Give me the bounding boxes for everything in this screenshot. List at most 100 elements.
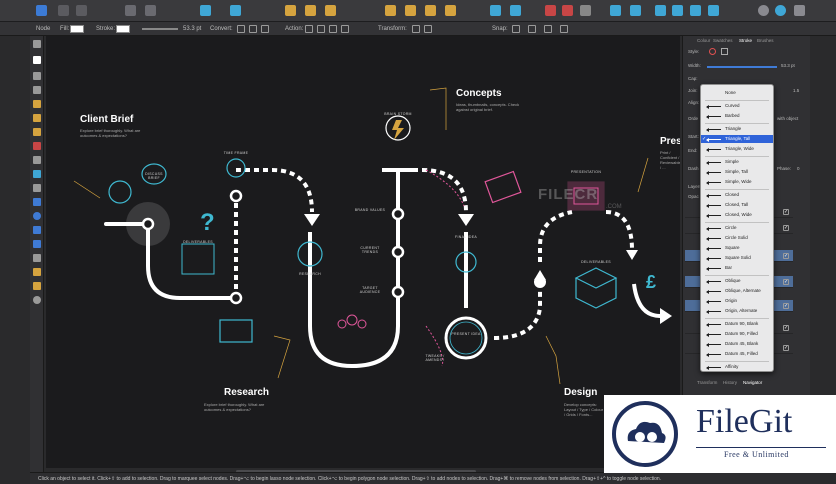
insert-before-icon[interactable] <box>285 5 296 16</box>
break-curve-icon[interactable] <box>305 25 313 33</box>
move-tool-icon[interactable] <box>33 40 41 48</box>
arrowhead-menu-item[interactable]: Closed, Wide <box>701 211 773 219</box>
point-transform-tool-icon[interactable] <box>33 72 41 80</box>
fill-swatch[interactable] <box>70 25 84 33</box>
rounded-rect-tool-icon[interactable] <box>33 226 41 234</box>
arrowhead-menu-item[interactable]: Bar <box>701 264 773 272</box>
node-tool-icon[interactable] <box>33 56 41 64</box>
arrowhead-menu-item[interactable]: Triangle <box>701 125 773 133</box>
arrowhead-menu-item[interactable]: Datum 45, Blank <box>701 340 773 348</box>
crop-tool-icon[interactable] <box>33 184 41 192</box>
arrowhead-menu-item[interactable]: Square <box>701 244 773 252</box>
arrowhead-menu-item[interactable]: ✓ Triangle, Tall <box>701 135 773 143</box>
layer-visibility-checkbox[interactable]: ✓ <box>783 209 789 215</box>
arrowhead-menu-item[interactable]: Simple <box>701 158 773 166</box>
tab-colour[interactable]: Colour <box>697 38 710 43</box>
designer-persona-icon[interactable] <box>58 5 69 16</box>
layer-visibility-checkbox[interactable]: ✓ <box>783 225 789 231</box>
layer-visibility-checkbox[interactable]: ✓ <box>783 253 789 259</box>
snapping-icon[interactable] <box>145 5 156 16</box>
vector-brush-tool-icon[interactable] <box>33 128 41 136</box>
width-slider[interactable] <box>707 66 777 68</box>
layer-visibility-checkbox[interactable]: ✓ <box>783 345 789 351</box>
arrowhead-menu-item[interactable]: Circle <box>701 224 773 232</box>
convert-smart-icon[interactable] <box>261 25 269 33</box>
arrowhead-menu-item[interactable]: Affinity <box>701 363 773 371</box>
tab-swatches[interactable]: Swatches <box>713 38 733 43</box>
ungroup-icon[interactable] <box>708 5 719 16</box>
align-left-icon[interactable] <box>200 5 211 16</box>
join-value[interactable]: 1.5 <box>793 88 799 93</box>
arrowhead-menu-item[interactable]: Circle Solid <box>701 234 773 242</box>
arrowhead-menu-item[interactable]: None <box>701 89 773 97</box>
pen-tool-icon[interactable] <box>33 100 41 108</box>
snap-curve-icon[interactable] <box>528 25 536 33</box>
close-curve-icon[interactable] <box>317 25 325 33</box>
color-picker-tool-icon[interactable] <box>33 268 41 276</box>
tab-stroke[interactable]: Stroke <box>739 38 752 43</box>
tab-transform[interactable]: Transform <box>697 380 717 385</box>
document-canvas[interactable]: ? £ Client Brief Explore brief thoroughl… <box>46 36 680 468</box>
text-tool-icon[interactable] <box>33 254 41 262</box>
arrowhead-menu-item[interactable]: Triangle, Wide <box>701 145 773 153</box>
arrowhead-menu-item[interactable]: Barbed <box>701 112 773 120</box>
layer-visibility-checkbox[interactable]: ✓ <box>783 279 789 285</box>
arrange-forward-icon[interactable] <box>425 5 436 16</box>
arrowhead-menu-item[interactable]: Simple, Wide <box>701 178 773 186</box>
assistant-icon[interactable] <box>758 5 769 16</box>
flip-vertical-icon[interactable] <box>630 5 641 16</box>
arrowhead-menu-item[interactable]: Square Solid <box>701 254 773 262</box>
arrowhead-menu-item[interactable]: Datum 90, Blank <box>701 320 773 328</box>
flip-horizontal-icon[interactable] <box>610 5 621 16</box>
arrowhead-menu-item[interactable]: Oblique, Alternate <box>701 287 773 295</box>
arrowhead-menu-item[interactable]: Closed, Tall <box>701 201 773 209</box>
ellipse-tool-icon[interactable] <box>33 212 41 220</box>
view-tool-icon[interactable] <box>33 282 41 290</box>
layer-visibility-checkbox[interactable]: ✓ <box>783 303 789 309</box>
arrowhead-menu-item[interactable]: Closed <box>701 191 773 199</box>
pencil-tool-icon[interactable] <box>33 114 41 122</box>
transform-mode-icon[interactable] <box>412 25 420 33</box>
arrowhead-menu-item[interactable]: Origin, Alternate <box>701 307 773 315</box>
convert-sharp-icon[interactable] <box>237 25 245 33</box>
fill-color-icon[interactable] <box>562 5 573 16</box>
tab-history[interactable]: History <box>723 380 737 385</box>
transparency-tool-icon[interactable] <box>33 156 41 164</box>
transform-origin-icon[interactable] <box>424 25 432 33</box>
contour-tool-icon[interactable] <box>33 86 41 94</box>
group-icon[interactable] <box>690 5 701 16</box>
stroke-width-value[interactable]: 53.3 pt <box>183 26 201 32</box>
align-center-icon[interactable] <box>230 5 241 16</box>
join-curves-icon[interactable] <box>341 25 349 33</box>
snap-grid-icon[interactable] <box>544 25 552 33</box>
arrowhead-menu-item[interactable]: Origin <box>701 297 773 305</box>
rotate-left-icon[interactable] <box>655 5 666 16</box>
insert-after-icon[interactable] <box>325 5 336 16</box>
insert-inside-icon[interactable] <box>305 5 316 16</box>
stroke-color-icon[interactable] <box>580 5 591 16</box>
arrange-front-icon[interactable] <box>445 5 456 16</box>
color-picker-icon[interactable] <box>545 5 556 16</box>
arrowhead-dropdown-menu[interactable]: None Curved Barbed Triangle ✓ Triangle, Tall T… <box>700 84 774 372</box>
rectangle-tool-icon[interactable] <box>33 198 41 206</box>
fill-tool-icon[interactable] <box>33 142 41 150</box>
snap-object-icon[interactable] <box>560 25 568 33</box>
place-image-tool-icon[interactable] <box>33 170 41 178</box>
triangle-tool-icon[interactable] <box>33 240 41 248</box>
zoom-tool-icon[interactable] <box>33 296 41 304</box>
document-setup-icon[interactable] <box>125 5 136 16</box>
pixel-persona-icon[interactable] <box>76 5 87 16</box>
style-solid-icon[interactable] <box>721 48 728 55</box>
rotate-right-icon[interactable] <box>672 5 683 16</box>
width-value[interactable]: 53.3 pt <box>781 63 795 68</box>
arrowhead-menu-item[interactable]: Oblique <box>701 277 773 285</box>
arrowhead-menu-item[interactable]: Datum 90, Filled <box>701 330 773 338</box>
arrowhead-menu-item[interactable]: Datum 45, Filled <box>701 350 773 358</box>
tab-brushes[interactable]: Brushes <box>757 38 774 43</box>
preferences-icon[interactable] <box>775 5 786 16</box>
convert-smooth-icon[interactable] <box>249 25 257 33</box>
stroke-width-slider[interactable] <box>142 28 178 30</box>
snap-node-icon[interactable] <box>512 25 520 33</box>
boolean-subtract-icon[interactable] <box>510 5 521 16</box>
tab-navigator[interactable]: Navigator <box>743 380 762 385</box>
